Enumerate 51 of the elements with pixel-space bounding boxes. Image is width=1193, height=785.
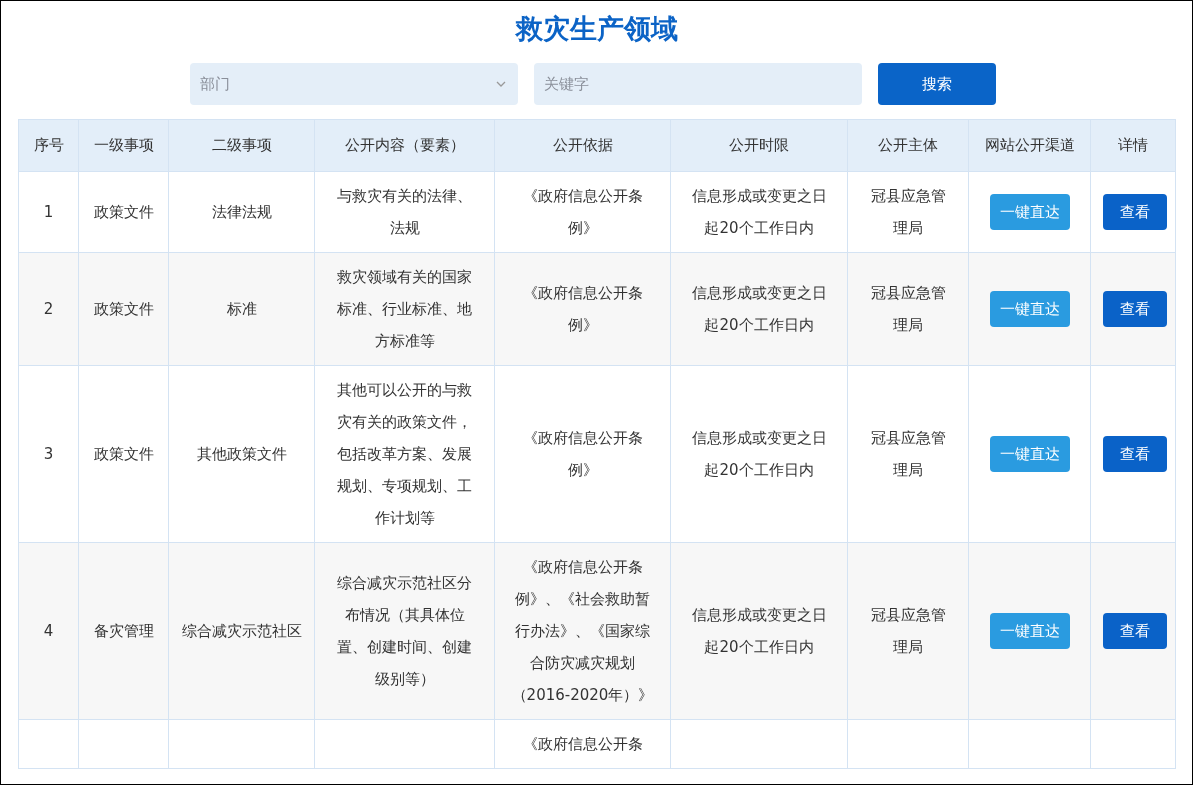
table-cell: 救灾领域有关的国家标准、行业标准、地方标准等 xyxy=(337,268,472,350)
table-cell: 信息形成或变更之日起20个工作日内 xyxy=(691,606,827,656)
table-cell: 其他政策文件 xyxy=(196,445,287,463)
table-cell: 3 xyxy=(43,445,54,463)
column-header: 序号 xyxy=(18,119,79,172)
column-header: 公开依据 xyxy=(494,119,671,172)
view-button[interactable]: 查看 xyxy=(1103,436,1167,472)
table-cell: 《政府信息公开条例》 xyxy=(522,429,643,479)
table-cell: 2 xyxy=(43,300,54,318)
page-title: 救灾生产领域 xyxy=(514,12,679,46)
table-cell: 冠县应急管理局 xyxy=(870,606,946,656)
direct-link-button[interactable]: 一键直达 xyxy=(989,291,1070,327)
view-button[interactable]: 查看 xyxy=(1103,194,1167,230)
table-cell: 1 xyxy=(43,203,54,221)
table-cell: 备灾管理 xyxy=(93,622,154,640)
table-cell: 政策文件 xyxy=(93,203,154,221)
table-cell: 《政府信息公开条例》 xyxy=(522,187,643,237)
table-cell: 法律法规 xyxy=(211,203,272,221)
keyword-field[interactable]: 关键字 xyxy=(533,63,862,105)
table-cell: 《政府信息公开条例》、《社会救助暂行办法》、《国家综合防灾减灾规划（2016-2020年）》 xyxy=(511,558,654,704)
direct-link-button[interactable]: 一键直达 xyxy=(989,436,1070,472)
direct-link-button[interactable]: 一键直达 xyxy=(989,194,1070,230)
table-cell: 4 xyxy=(43,622,54,640)
table-cell: 其他可以公开的与救灾有关的政策文件，包括改革方案、发展规划、专项规划、工作计划等 xyxy=(337,381,472,527)
table-cell: 政策文件 xyxy=(93,445,154,463)
table-cell: 综合减灾示范社区 xyxy=(181,622,302,640)
table-cell: 冠县应急管理局 xyxy=(870,429,946,479)
table-cell: 《政府信息公开条例》 xyxy=(522,284,643,334)
column-header: 网站公开渠道 xyxy=(968,119,1091,172)
direct-link-button[interactable]: 一键直达 xyxy=(989,613,1070,649)
table-cell: 政策文件 xyxy=(93,300,154,318)
column-header: 一级事项 xyxy=(78,119,169,172)
table-cell: 冠县应急管理局 xyxy=(870,284,946,334)
column-header: 公开时限 xyxy=(670,119,848,172)
table-cell: 信息形成或变更之日起20个工作日内 xyxy=(691,284,827,334)
department-dropdown[interactable]: 部门 xyxy=(189,63,518,105)
search-button[interactable]: 搜索 xyxy=(877,63,996,105)
view-button[interactable]: 查看 xyxy=(1103,291,1167,327)
chevron-down-icon xyxy=(495,81,506,87)
table-cell: 信息形成或变更之日起20个工作日内 xyxy=(691,187,827,237)
table-cell: 冠县应急管理局 xyxy=(870,187,946,237)
column-header: 公开主体 xyxy=(847,119,969,172)
column-header: 详情 xyxy=(1090,119,1176,172)
table-cell: 标准 xyxy=(226,300,257,318)
column-header: 公开内容（要素） xyxy=(314,119,495,172)
view-button[interactable]: 查看 xyxy=(1103,613,1167,649)
table-cell: 与救灾有关的法律、法规 xyxy=(337,187,472,237)
table-cell: 综合减灾示范社区分布情况（其具体位置、创建时间、创建级别等） xyxy=(337,574,472,688)
table-cell: 《政府信息公开条 xyxy=(522,735,643,753)
column-header: 二级事项 xyxy=(168,119,315,172)
table-cell: 信息形成或变更之日起20个工作日内 xyxy=(691,429,827,479)
